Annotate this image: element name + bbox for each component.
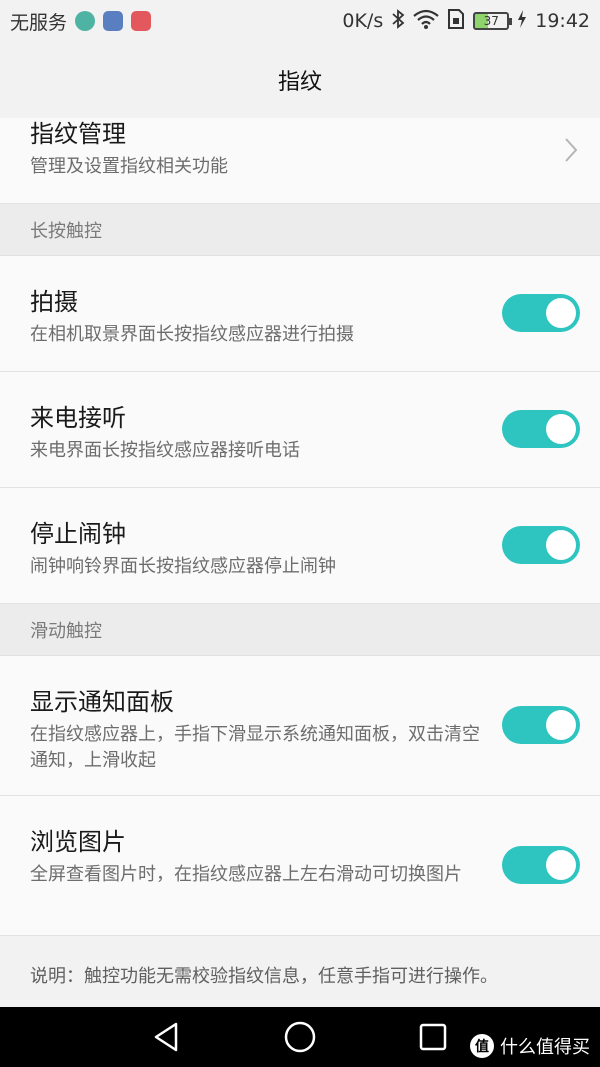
section-long-press: 长按触控	[0, 204, 600, 256]
capture-title: 拍摄	[30, 288, 78, 316]
clock: 19:42	[535, 10, 590, 32]
bluetooth-icon	[391, 8, 405, 34]
note-text: 说明：触控功能无需校验指纹信息，任意手指可进行操作。	[30, 966, 498, 987]
carrier-text: 无服务	[10, 11, 68, 34]
charging-icon	[517, 9, 527, 33]
capture-subtitle: 在相机取景界面长按指纹感应器进行拍摄	[30, 324, 354, 345]
watermark-text: 什么值得买	[500, 1037, 590, 1058]
section-slide-label: 滑动触控	[30, 620, 102, 642]
back-icon[interactable]	[150, 1020, 184, 1054]
notification-panel-toggle[interactable]	[502, 706, 580, 744]
status-bar: 无服务 0K/s 37 19:42	[0, 0, 600, 42]
notification-panel-subtitle: 在指纹感应器上，手指下滑显示系统通知面板，双击清空通知，上滑收起	[30, 724, 480, 771]
capture-toggle[interactable]	[502, 294, 580, 332]
notification-panel-row[interactable]: 显示通知面板 在指纹感应器上，手指下滑显示系统通知面板，双击清空通知，上滑收起	[0, 656, 600, 796]
wifi-icon	[413, 9, 439, 34]
app-notification-icon	[75, 11, 96, 31]
answer-call-title: 来电接听	[30, 404, 126, 432]
fingerprint-manage-subtitle: 管理及设置指纹相关功能	[30, 156, 228, 177]
battery-level: 37	[483, 14, 499, 28]
notification-panel-title: 显示通知面板	[30, 688, 174, 716]
stop-alarm-row[interactable]: 停止闹钟 闹钟响铃界面长按指纹感应器停止闹钟	[0, 488, 600, 604]
battery-icon: 37	[473, 12, 513, 30]
section-slide: 滑动触控	[0, 604, 600, 656]
watermark-badge: 值	[470, 1034, 494, 1058]
stop-alarm-subtitle: 闹钟响铃界面长按指纹感应器停止闹钟	[30, 556, 336, 577]
browse-photos-toggle[interactable]	[502, 846, 580, 884]
navigation-bar: 值 什么值得买	[0, 1007, 600, 1067]
page-title: 指纹	[277, 70, 322, 95]
network-speed: 0K/s	[342, 10, 384, 32]
section-long-press-label: 长按触控	[30, 220, 102, 242]
page-title-bar: 指纹	[0, 42, 600, 118]
health-app-icon	[103, 11, 124, 31]
answer-call-row[interactable]: 来电接听 来电界面长按指纹感应器接听电话	[0, 372, 600, 488]
huawei-app-icon	[131, 11, 152, 31]
answer-call-subtitle: 来电界面长按指纹感应器接听电话	[30, 440, 300, 461]
stop-alarm-toggle[interactable]	[502, 526, 580, 564]
fingerprint-manage-row[interactable]: 指纹管理 管理及设置指纹相关功能	[0, 118, 600, 204]
settings-list[interactable]: 指纹管理 管理及设置指纹相关功能 长按触控 拍摄 在相机取景界面长按指纹感应器进…	[0, 118, 600, 1008]
recent-apps-icon[interactable]	[416, 1020, 450, 1054]
browse-photos-title: 浏览图片	[30, 828, 126, 856]
home-icon[interactable]	[283, 1020, 317, 1054]
watermark: 值 什么值得买	[470, 1033, 590, 1059]
fingerprint-manage-title: 指纹管理	[30, 120, 126, 148]
answer-call-toggle[interactable]	[502, 410, 580, 448]
chevron-right-icon	[564, 136, 578, 171]
browse-photos-subtitle: 全屏查看图片时，在指纹感应器上左右滑动可切换图片	[30, 864, 462, 885]
capture-row[interactable]: 拍摄 在相机取景界面长按指纹感应器进行拍摄	[0, 256, 600, 372]
sim-icon	[447, 8, 465, 34]
browse-photos-row[interactable]: 浏览图片 全屏查看图片时，在指纹感应器上左右滑动可切换图片	[0, 796, 600, 936]
stop-alarm-title: 停止闹钟	[30, 520, 126, 548]
